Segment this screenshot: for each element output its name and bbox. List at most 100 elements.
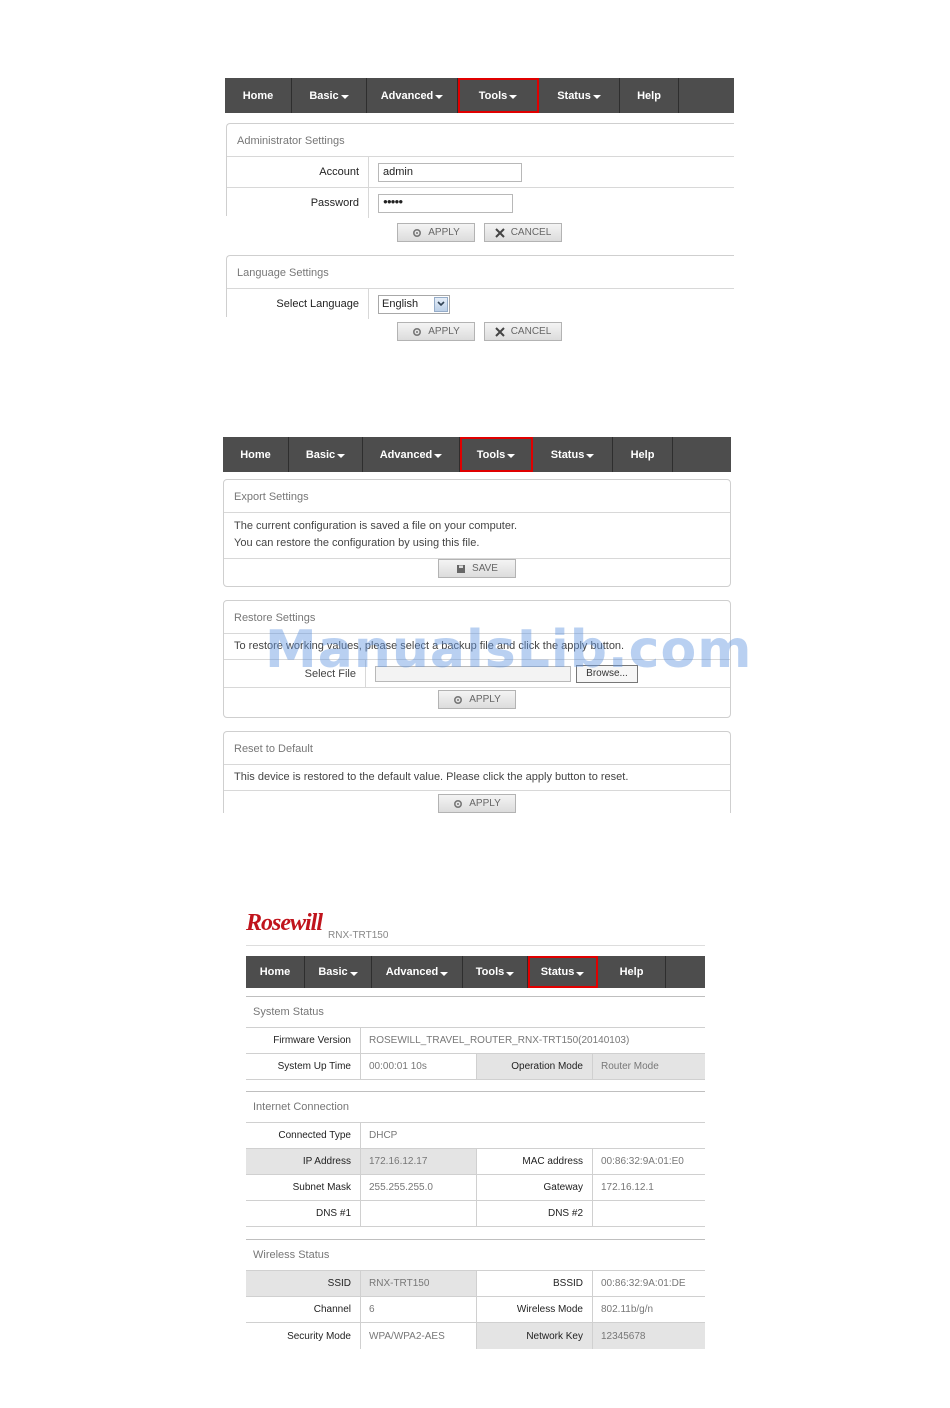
nav-bar-2: Home Basic Advanced Tools Status Help [223,437,731,472]
table-row: DNS #1 DNS #2 [246,1201,705,1227]
admin-apply-label: APPLY [428,227,460,238]
nav-tools[interactable]: Tools [460,437,533,472]
close-icon [494,326,505,337]
opmode-value: Router Mode [593,1054,705,1079]
nav-advanced[interactable]: Advanced [372,956,463,988]
language-selected: English [382,298,419,310]
nav-basic-label: Basic [318,966,348,978]
reset-default-title: Reset to Default [224,732,730,765]
internet-connection-section: Internet Connection Connected Type DHCP … [246,1091,705,1227]
ssid-value: RNX-TRT150 [361,1271,477,1296]
nav-help[interactable]: Help [613,437,673,472]
nav-status-label: Status [550,448,585,461]
chevron-down-icon [434,296,448,312]
language-cancel-button[interactable]: CANCEL [484,322,562,341]
nav-home[interactable]: Home [225,78,292,113]
save-button[interactable]: SAVE [438,559,516,578]
caret-down-icon [440,971,449,976]
wireless-mode-label: Wireless Mode [477,1297,593,1322]
dns2-label: DNS #2 [477,1201,593,1226]
table-row: Security Mode WPA/WPA2-AES Network Key 1… [246,1323,705,1349]
table-row: SSID RNX-TRT150 BSSID 00:86:32:9A:01:DE [246,1271,705,1297]
admin-cancel-label: CANCEL [510,227,552,238]
model-name: RNX-TRT150 [328,930,389,941]
network-key-label: Network Key [477,1323,593,1349]
conn-type-value: DHCP [369,1130,398,1141]
nav-help[interactable]: Help [620,78,679,113]
wireless-status-section: Wireless Status SSID RNX-TRT150 BSSID 00… [246,1239,705,1349]
security-mode-label: Security Mode [246,1323,361,1349]
caret-down-icon [509,95,518,99]
nav-basic-label: Basic [309,89,339,102]
wireless-status-title: Wireless Status [246,1239,705,1271]
table-row: Connected Type DHCP [246,1123,705,1149]
admin-cancel-button[interactable]: CANCEL [484,223,562,242]
admin-apply-button[interactable]: APPLY [397,223,475,242]
reset-apply-button[interactable]: APPLY [438,794,516,813]
nav-help[interactable]: Help [598,956,666,988]
language-settings-title: Language Settings [227,256,734,289]
table-row: Channel 6 Wireless Mode 802.11b/g/n [246,1297,705,1323]
uptime-label: System Up Time [246,1054,361,1079]
password-input[interactable]: ●●●●● [378,193,513,213]
system-status-section: System Status Firmware Version ROSEWILL_… [246,996,705,1080]
channel-value: 6 [361,1297,477,1322]
bssid-value: 00:86:32:9A:01:DE [601,1278,686,1289]
reset-note: This device is restored to the default v… [234,771,629,783]
account-label: Account [227,157,369,187]
language-select[interactable]: English [378,294,450,314]
select-language-label: Select Language [227,289,369,319]
nav-home[interactable]: Home [246,956,305,988]
nav-basic[interactable]: Basic [289,437,363,472]
ip-label: IP Address [246,1149,361,1174]
nav-advanced-label: Advanced [380,89,434,102]
internet-connection-title: Internet Connection [246,1091,705,1123]
nav-advanced[interactable]: Advanced [363,437,460,472]
nav-advanced[interactable]: Advanced [367,78,458,113]
gear-icon [413,327,422,336]
dns1-label: DNS #1 [246,1201,361,1226]
nav-basic[interactable]: Basic [292,78,367,113]
nav-basic[interactable]: Basic [305,956,372,988]
caret-down-icon [340,95,349,99]
table-row: IP Address 172.16.12.17 MAC address 00:8… [246,1149,705,1175]
export-settings-title: Export Settings [224,480,730,513]
nav-bar-1: Home Basic Advanced Tools Status Help [225,78,734,113]
wireless-mode-value: 802.11b/g/n [601,1304,654,1315]
language-apply-button[interactable]: APPLY [397,322,475,341]
table-row: Subnet Mask 255.255.255.0 Gateway 172.16… [246,1175,705,1201]
nav-status[interactable]: Status [539,78,620,113]
nav-status[interactable]: Status [528,956,598,988]
opmode-label: Operation Mode [477,1054,593,1079]
restore-apply-label: APPLY [469,694,501,705]
nav-tools[interactable]: Tools [463,956,528,988]
select-language-row: Select Language English [227,289,734,319]
language-settings-panel: Language Settings Select Language Englis… [226,255,734,319]
nav-advanced-label: Advanced [385,966,439,978]
bssid-label: BSSID [477,1271,593,1296]
nav-tools-label: Tools [475,966,505,978]
firmware-value: ROSEWILL_TRAVEL_ROUTER_RNX-TRT150(201401… [369,1035,630,1046]
watermark: ManualsLib.com [265,620,753,680]
gear-icon [454,799,463,808]
nav-home-label: Home [242,89,274,102]
nav-help-label: Help [630,448,655,461]
mac-label: MAC address [477,1149,593,1174]
nav-home[interactable]: Home [223,437,289,472]
gear-icon [454,695,463,704]
ssid-label: SSID [246,1271,361,1296]
nav-tools-label: Tools [476,448,506,461]
nav-tools[interactable]: Tools [458,78,539,113]
nav-home-label: Home [259,966,291,978]
password-label: Password [227,188,369,218]
account-input[interactable]: admin [378,162,522,182]
caret-down-icon [349,971,358,976]
gateway-value: 172.16.12.1 [601,1182,654,1193]
save-label: SAVE [472,563,498,574]
nav-status[interactable]: Status [533,437,613,472]
restore-apply-button[interactable]: APPLY [438,690,516,709]
reset-apply-label: APPLY [469,798,501,809]
firmware-label: Firmware Version [246,1028,361,1053]
nav-basic-label: Basic [305,448,336,461]
channel-label: Channel [246,1297,361,1322]
